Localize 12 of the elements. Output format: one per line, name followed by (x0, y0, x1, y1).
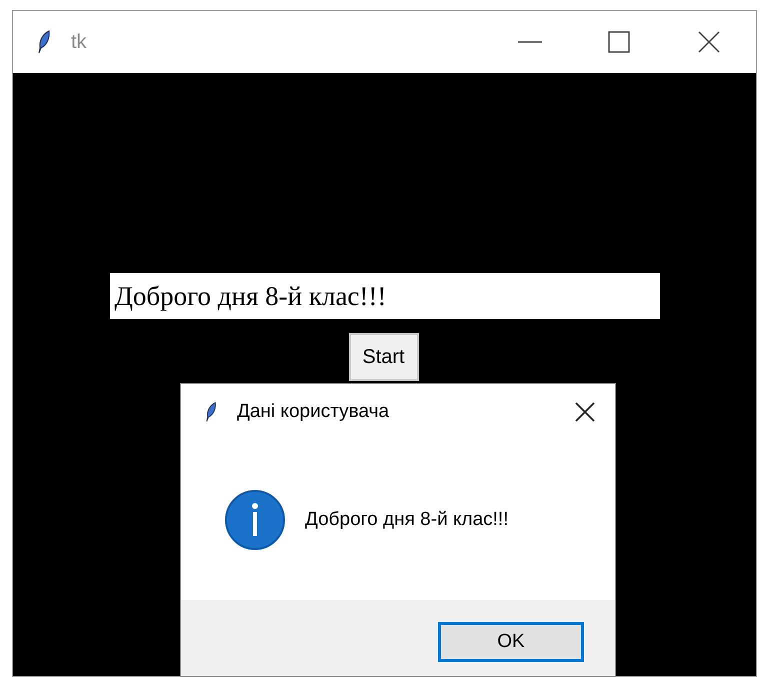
window-title: tk (71, 30, 87, 55)
maximize-icon[interactable] (608, 31, 630, 53)
dialog-title: Дані користувача (237, 400, 390, 424)
feather-icon (37, 30, 51, 54)
ok-button[interactable]: OK (438, 622, 584, 662)
dialog-message: Доброго дня 8-й клас!!! (305, 508, 508, 532)
text-entry[interactable]: Доброго дня 8-й клас!!! (110, 273, 660, 319)
info-icon (225, 490, 285, 550)
close-icon[interactable] (698, 31, 720, 53)
feather-icon (205, 401, 217, 423)
start-button[interactable]: Start (348, 333, 418, 381)
close-icon[interactable] (575, 402, 595, 422)
